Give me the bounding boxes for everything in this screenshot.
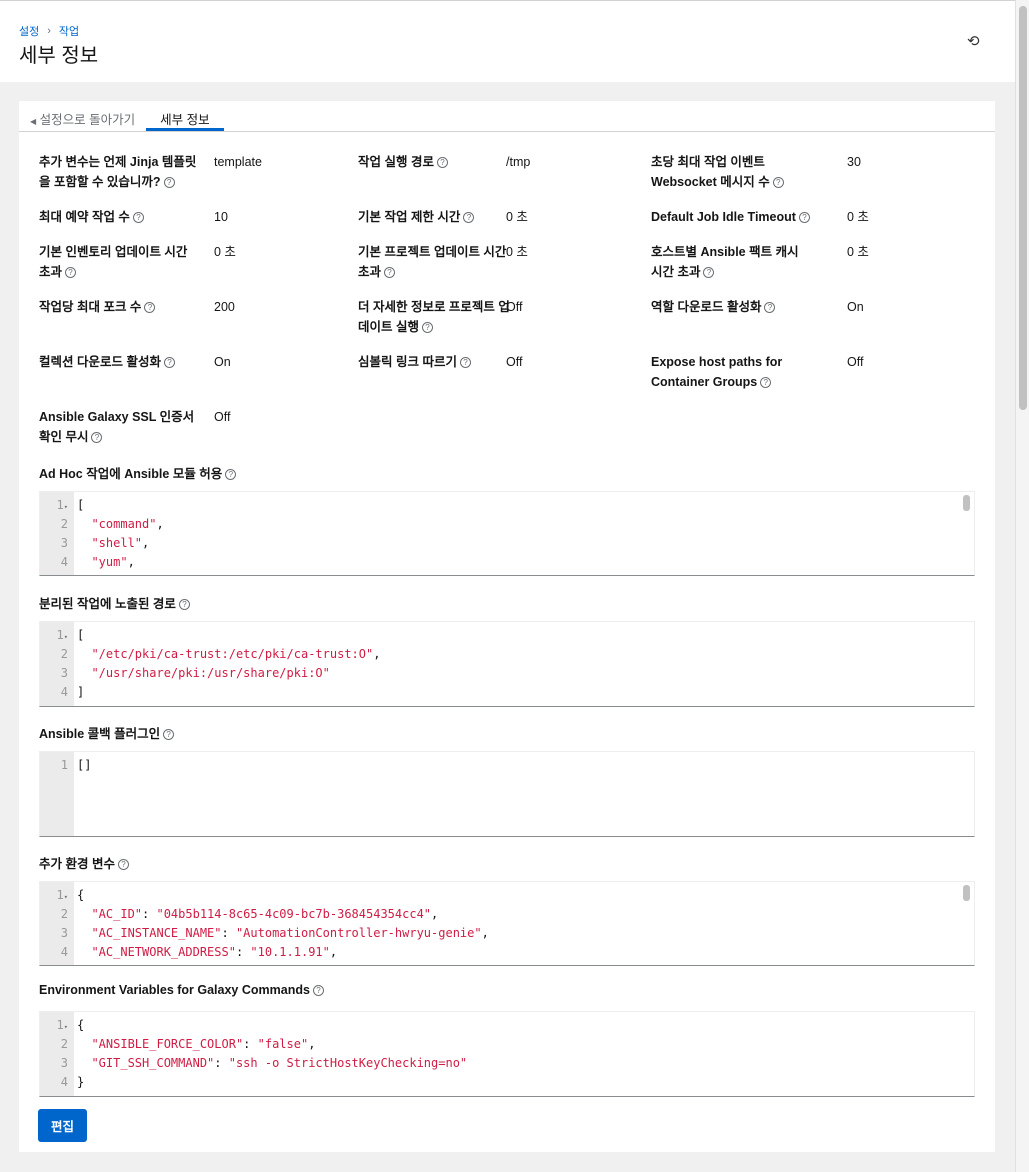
help-icon[interactable]: ? (384, 267, 396, 279)
field-label: Default Job Idle Timeout? (651, 207, 811, 227)
field-label: 역할 다운로드 활성화? (651, 297, 811, 317)
help-icon[interactable]: ? (65, 267, 77, 279)
code-line: 3 "GIT_SSH_COMMAND": "ssh -o StrictHostK… (60, 1056, 468, 1070)
field-label: 최대 예약 작업 수? (39, 207, 199, 227)
breadcrumb-settings[interactable]: 설정 (19, 23, 39, 39)
code-editor[interactable]: 1▾{ 2 "AC_ID": "04b5b114-8c65-4c09-bc7b-3… (39, 881, 975, 966)
code-line: 3 "shell", (60, 536, 150, 550)
breadcrumb: 설정 › 작업 (19, 23, 79, 39)
field-value: 0 초 (506, 245, 528, 259)
code-line: 4 "yum", (60, 555, 135, 569)
field-label: 작업 실행 경로? (358, 152, 518, 172)
code-editor[interactable]: 1[] (39, 751, 975, 837)
field-label: 더 자세한 정보로 프로젝트 업데이트 실행? (358, 300, 510, 334)
caret-left-icon: ◀ (30, 117, 37, 126)
help-icon[interactable]: ? (225, 469, 237, 481)
field-value: Off (506, 355, 523, 369)
field-value: 0 초 (506, 210, 528, 224)
help-icon[interactable]: ? (459, 357, 471, 369)
editor-label: Ad Hoc 작업에 Ansible 모듈 허용? (39, 463, 237, 482)
code-line: 4} (60, 1075, 85, 1089)
field-label: 작업당 최대 포크 수? (39, 297, 199, 317)
page-title: 세부 정보 (19, 45, 99, 67)
code-line: 2 "command", (60, 517, 164, 531)
page-scrollbar[interactable] (1015, 0, 1029, 1172)
field-label: Expose host paths for Container Groups? (651, 355, 783, 389)
help-icon[interactable]: ? (760, 377, 772, 389)
code-line: 2 "AC_ID": "04b5b114-8c65-4c09-bc7b-3684… (60, 907, 439, 921)
field-value: 0 초 (847, 210, 869, 224)
editor-label: Ansible 콜백 플러그인? (39, 723, 175, 742)
code-line: 4 "AC_NETWORK_ADDRESS": "10.1.1.91", (60, 945, 338, 959)
field-label: 기본 프로젝트 업데이트 시간 초과? (358, 245, 507, 279)
field-label: 컬렉션 다운로드 활성화? (39, 352, 199, 372)
breadcrumb-jobs[interactable]: 작업 (59, 23, 79, 39)
editor-label: 분리된 작업에 노출된 경로? (39, 593, 190, 612)
tab-back-to-settings[interactable]: ◀ 설정으로 돌아가기 (19, 101, 146, 131)
code-editor[interactable]: 1▾{ 2 "ANSIBLE_FORCE_COLOR": "false", 3 "G… (39, 1011, 975, 1097)
help-icon[interactable]: ? (463, 212, 475, 224)
field-value: 0 초 (847, 245, 869, 259)
help-icon[interactable]: ? (163, 729, 175, 741)
help-icon[interactable]: ? (772, 177, 784, 189)
code-line: 1▾{ (56, 1018, 85, 1032)
field-value: Off (214, 410, 231, 424)
help-icon[interactable]: ? (163, 357, 175, 369)
field-label: 심볼릭 링크 따르기? (358, 352, 518, 372)
field-value: 10 (214, 210, 228, 224)
code-line: 1▾{ (56, 888, 85, 902)
field-value: 0 초 (214, 245, 236, 259)
history-icon[interactable]: ⟲ (967, 32, 983, 50)
page-header: 설정 › 작업 세부 정보 ⟲ (0, 0, 1015, 82)
help-icon[interactable]: ? (421, 322, 433, 334)
field-value: Off (847, 355, 864, 369)
help-icon[interactable]: ? (91, 432, 103, 444)
code-line: 1▾[ (56, 628, 85, 642)
code-line: 1▾[ (56, 498, 85, 512)
field-label: 추가 변수는 언제 Jinja 템플릿을 포함할 수 있습니까?? (39, 155, 197, 189)
field-label: 기본 인벤토리 업데이트 시간 초과? (39, 245, 188, 279)
field-label: Ansible Galaxy SSL 인증서 확인 무시? (39, 410, 195, 444)
field-value: 30 (847, 155, 861, 169)
help-icon[interactable]: ? (764, 302, 776, 314)
help-icon[interactable]: ? (117, 859, 129, 871)
code-editor[interactable]: 1▾[ 2 "command", 3 "shell", 4 "yum", (39, 491, 975, 576)
help-icon[interactable]: ? (798, 212, 810, 224)
chevron-right-icon: › (47, 25, 51, 37)
code-line: 3 "AC_INSTANCE_NAME": "AutomationControl… (60, 926, 489, 940)
help-icon[interactable]: ? (436, 157, 448, 169)
code-line: 2 "/etc/pki/ca-trust:/etc/pki/ca-trust:O… (60, 647, 381, 661)
help-icon[interactable]: ? (144, 302, 156, 314)
code-line: 3 "/usr/share/pki:/usr/share/pki:O" (60, 666, 330, 680)
field-label: 호스트별 Ansible 팩트 캐시 시간 초과? (651, 245, 799, 279)
field-value: On (847, 300, 864, 314)
code-line: 4] (60, 685, 85, 699)
help-icon[interactable]: ? (703, 267, 715, 279)
field-value: On (214, 355, 231, 369)
help-icon[interactable]: ? (178, 599, 190, 611)
field-value: Off (506, 300, 523, 314)
help-icon[interactable]: ? (132, 212, 144, 224)
field-label: 기본 작업 제한 시간? (358, 207, 518, 227)
help-icon[interactable]: ? (312, 985, 324, 997)
editor-label: Environment Variables for Galaxy Command… (39, 983, 324, 997)
edit-button[interactable]: 편집 (38, 1109, 88, 1142)
code-line: 1[] (60, 758, 92, 772)
editor-scrollbar[interactable] (963, 495, 970, 511)
field-value: 200 (214, 300, 235, 314)
tab-details[interactable]: 세부 정보 (146, 101, 224, 131)
editor-label: 추가 환경 변수? (39, 853, 129, 872)
help-icon[interactable]: ? (163, 177, 175, 189)
code-editor[interactable]: 1▾[ 2 "/etc/pki/ca-trust:/etc/pki/ca-trus… (39, 621, 975, 707)
code-line: 2 "ANSIBLE_FORCE_COLOR": "false", (60, 1037, 316, 1051)
editor-scrollbar[interactable] (963, 885, 970, 901)
field-value: /tmp (506, 155, 531, 169)
field-value: template (214, 155, 262, 169)
settings-card: ◀ 설정으로 돌아가기 세부 정보 추가 변수는 언제 Jinja 템플릿을 포… (19, 101, 995, 1152)
field-label: 초당 최대 작업 이벤트 Websocket 메시지 수? (651, 152, 811, 192)
